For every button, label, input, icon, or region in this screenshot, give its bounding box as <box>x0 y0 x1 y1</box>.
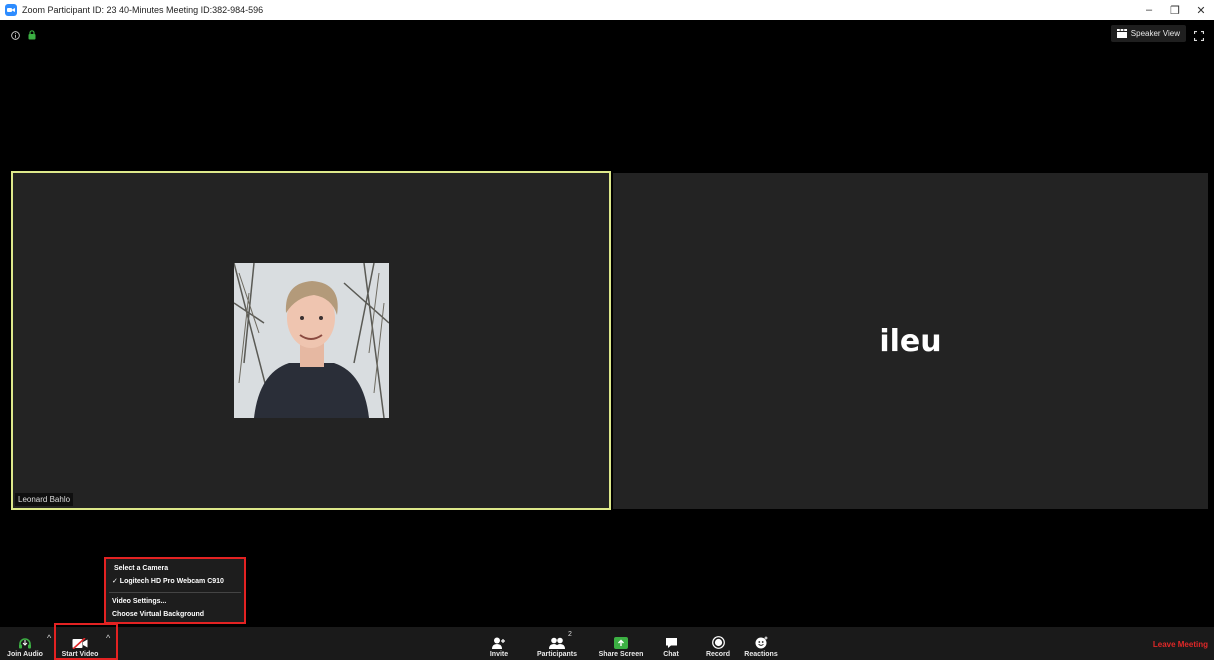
share-screen-icon <box>614 637 628 649</box>
meeting-stage: Speaker View Leonard Bahlo ileu <box>0 20 1214 627</box>
window-title: Zoom Participant ID: 23 40-Minutes Meeti… <box>22 5 264 15</box>
leave-meeting-button[interactable]: Leave Meeting <box>1153 640 1208 649</box>
share-screen-button[interactable]: Share Screen <box>598 627 644 660</box>
title-bar: Zoom Participant ID: 23 40-Minutes Meeti… <box>0 0 1214 20</box>
participant-display-name: ileu <box>879 323 942 359</box>
participant-tile[interactable]: ileu <box>613 173 1208 509</box>
record-label: Record <box>705 651 731 658</box>
invite-label: Invite <box>489 651 509 658</box>
minimize-button[interactable]: – <box>1136 0 1162 20</box>
join-audio-label: Join Audio <box>7 651 43 658</box>
speaker-view-label: Speaker View <box>1130 29 1180 38</box>
menu-heading: Select a Camera <box>114 565 169 572</box>
participants-button[interactable]: Participants <box>535 627 579 660</box>
reactions-smiley-icon <box>755 636 767 649</box>
chat-button[interactable]: Chat <box>658 627 684 660</box>
fullscreen-icon[interactable] <box>1193 28 1205 46</box>
participants-count-badge: 2 <box>568 631 572 638</box>
start-video-highlight <box>54 623 118 660</box>
menu-item-virtual-background[interactable]: Choose Virtual Background <box>112 611 204 618</box>
meeting-toolbar: Join Audio ^ Start Video ^ Invite Partic… <box>0 627 1214 660</box>
chat-label: Chat <box>663 651 679 658</box>
reactions-button[interactable]: Reactions <box>743 627 779 660</box>
zoom-app-icon <box>5 4 17 16</box>
participant-tile-active[interactable]: Leonard Bahlo <box>11 171 611 510</box>
headphones-icon <box>19 638 31 649</box>
info-icon[interactable] <box>11 27 20 45</box>
invite-user-icon <box>492 637 505 649</box>
close-button[interactable]: ✕ <box>1188 0 1214 20</box>
speaker-view-icon <box>1116 29 1127 38</box>
participants-label: Participants <box>536 651 578 658</box>
participant-name-label: Leonard Bahlo <box>15 493 74 506</box>
share-screen-label: Share Screen <box>598 651 644 658</box>
encryption-lock-icon[interactable] <box>28 27 36 45</box>
record-button[interactable]: Record <box>704 627 732 660</box>
menu-divider <box>109 592 241 593</box>
speaker-view-button[interactable]: Speaker View <box>1110 25 1186 42</box>
meeting-info-icons <box>11 27 36 45</box>
restore-button[interactable]: ❐ <box>1162 0 1188 20</box>
window-controls: – ❐ ✕ <box>1136 0 1214 20</box>
chat-bubble-icon <box>665 638 677 648</box>
reactions-label: Reactions <box>744 651 778 658</box>
select-camera-menu: Select a Camera ✓ Logitech HD Pro Webcam… <box>104 557 246 624</box>
join-audio-button[interactable]: Join Audio <box>5 627 45 660</box>
record-icon <box>711 636 725 649</box>
participant-photo <box>234 263 389 418</box>
participants-icon <box>549 637 565 649</box>
audio-options-chevron-up-icon[interactable]: ^ <box>47 633 51 643</box>
menu-item-camera[interactable]: ✓ Logitech HD Pro Webcam C910 <box>112 577 224 585</box>
menu-item-video-settings[interactable]: Video Settings... <box>112 598 166 605</box>
invite-button[interactable]: Invite <box>484 627 514 660</box>
